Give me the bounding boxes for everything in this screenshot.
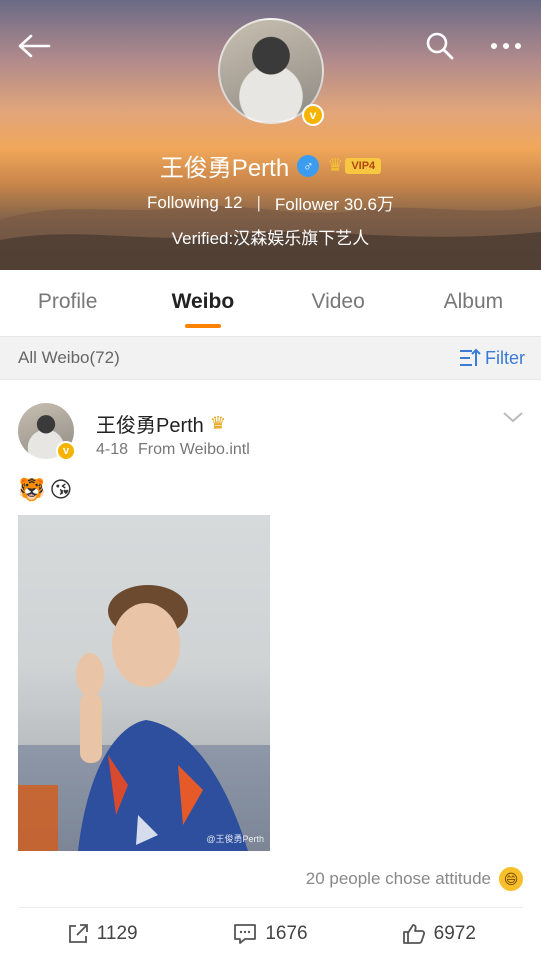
post-text: 🐯 😘 <box>18 477 72 503</box>
vip-level: VIP4 <box>345 157 382 174</box>
photo-watermark: @王俊勇Perth <box>206 834 264 844</box>
post-meta: 4-18 From Weibo.intl <box>96 441 250 459</box>
back-arrow-icon[interactable] <box>14 26 54 66</box>
chevron-down-icon[interactable] <box>501 405 525 429</box>
kiss-emoji: 😘 <box>49 477 73 502</box>
comment-count: 1676 <box>265 922 308 944</box>
follow-stats: Following 12 | Follower 30.6万 <box>0 190 541 215</box>
repost-icon <box>68 923 88 943</box>
search-icon[interactable] <box>420 26 460 66</box>
post-author-row: 王俊勇Perth ♛ <box>96 409 226 438</box>
post-source: From Weibo.intl <box>138 441 250 458</box>
post-date: 4-18 <box>96 441 129 458</box>
laugh-emoji-icon: 😄 <box>499 867 523 891</box>
like-button[interactable]: 6972 <box>355 908 523 959</box>
repost-button[interactable]: 1129 <box>18 908 186 959</box>
weibo-filter-bar: All Weibo(72) Filter <box>0 336 541 380</box>
photo-illustration <box>18 585 270 851</box>
tab-video[interactable]: Video <box>271 270 406 334</box>
stat-separator: | <box>256 192 261 212</box>
weibo-count: All Weibo(72) <box>18 348 120 367</box>
comment-button[interactable]: 1676 <box>186 908 354 959</box>
post-verified-icon: v <box>56 441 76 461</box>
vip-badge[interactable]: ♛ VIP4 <box>327 155 382 176</box>
post-actions: 1129 1676 6972 <box>18 907 523 959</box>
more-icon[interactable] <box>486 26 526 66</box>
following-stat[interactable]: Following 12 <box>147 193 242 213</box>
weibo-post: v 王俊勇Perth ♛ 4-18 From Weibo.intl 🐯 😘 @王… <box>0 381 541 960</box>
follower-stat[interactable]: Follower 30.6万 <box>275 190 394 215</box>
attitude-text: 20 people chose attitude <box>305 869 491 888</box>
like-icon <box>402 923 425 944</box>
crown-icon: ♛ <box>327 155 344 175</box>
comment-icon <box>234 923 257 944</box>
tab-weibo[interactable]: Weibo <box>135 270 270 334</box>
like-count: 6972 <box>433 922 476 944</box>
tab-profile[interactable]: Profile <box>0 270 135 334</box>
attitude-summary[interactable]: 20 people chose attitude 😄 <box>306 867 523 891</box>
profile-tabs: Profile Weibo Video Album <box>0 270 541 334</box>
tab-album[interactable]: Album <box>406 270 541 334</box>
filter-button[interactable]: Filter <box>459 348 525 369</box>
male-gender-icon: ♂ <box>297 154 320 177</box>
profile-name: 王俊勇Perth <box>159 155 290 182</box>
verified-badge-icon: v <box>302 104 324 126</box>
tiger-emoji: 🐯 <box>18 477 46 502</box>
vip-crown-icon: ♛ <box>209 413 226 433</box>
repost-count: 1129 <box>96 922 138 944</box>
post-author-name[interactable]: 王俊勇Perth <box>96 409 204 438</box>
profile-name-row: 王俊勇Perth ♂ ♛ VIP4 <box>0 148 541 183</box>
filter-icon <box>460 348 481 366</box>
post-photo[interactable]: @王俊勇Perth <box>18 515 270 851</box>
verified-description: Verified:汉森娱乐旗下艺人 <box>171 229 370 248</box>
